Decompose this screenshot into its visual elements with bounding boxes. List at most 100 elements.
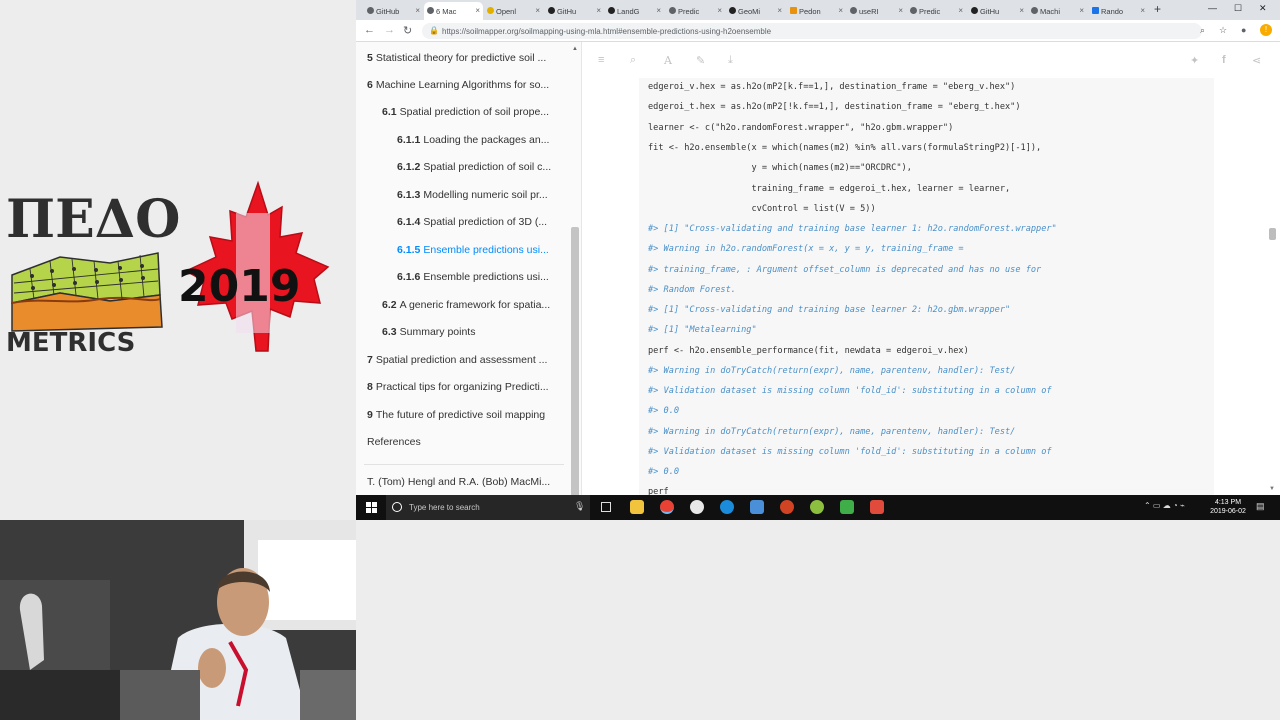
toc-item[interactable]: 6.1.4 Spatial prediction of 3D (... xyxy=(397,216,567,228)
toc-item[interactable]: 6.1.3 Modelling numeric soil pr... xyxy=(397,189,567,201)
book-toolbar: ≡ ⌕ A ✎ ⤓ ✦ f ⋖ xyxy=(582,42,1280,78)
close-icon[interactable]: × xyxy=(1079,6,1084,15)
taskbar-search-input[interactable]: Type here to search xyxy=(386,495,590,520)
toc-item[interactable]: 6 Machine Learning Algorithms for so... xyxy=(367,79,567,91)
scroll-up-icon[interactable]: ▲ xyxy=(572,46,578,52)
remote-desktop-icon[interactable] xyxy=(720,500,734,514)
sidebar-scrollbar[interactable] xyxy=(571,227,579,495)
tab-favicon-icon xyxy=(729,7,736,14)
toc-item-label: Loading the packages an... xyxy=(423,134,550,146)
green-app-icon[interactable] xyxy=(840,500,854,514)
toc-item-number: 6.1.5 xyxy=(397,244,421,256)
close-icon[interactable]: × xyxy=(1019,6,1024,15)
logo-subtitle: METRICS xyxy=(6,328,135,358)
powerpoint-icon[interactable] xyxy=(780,500,794,514)
close-icon[interactable]: × xyxy=(596,6,601,15)
new-tab-icon[interactable]: + xyxy=(1154,2,1161,16)
tab-favicon-icon xyxy=(971,7,978,14)
edit-icon[interactable]: ✎ xyxy=(696,54,705,67)
red-app-icon[interactable] xyxy=(870,500,884,514)
twitter-icon[interactable]: ✦ xyxy=(1190,54,1199,67)
close-icon[interactable]: × xyxy=(415,6,420,15)
page-scrollbar[interactable] xyxy=(1269,228,1276,240)
maximize-icon[interactable]: ☐ xyxy=(1234,3,1242,14)
toc-item[interactable]: 7 Spatial prediction and assessment ... xyxy=(367,354,567,366)
tab-label: GeoMi xyxy=(738,7,761,16)
close-icon[interactable]: × xyxy=(958,6,963,15)
share-icon[interactable]: ⋖ xyxy=(1252,54,1261,67)
scroll-down-icon[interactable]: ▼ xyxy=(1269,486,1275,492)
toc-item-authors[interactable]: T. (Tom) Hengl and R.A. (Bob) MacMi... xyxy=(367,476,567,488)
address-bar: ← → ↻ 🔒 https://soilmapper.org/soilmappi… xyxy=(356,20,1280,42)
font-settings-icon[interactable]: A xyxy=(664,54,672,67)
close-icon[interactable]: × xyxy=(777,6,782,15)
close-icon[interactable]: × xyxy=(535,6,540,15)
tab-favicon-icon xyxy=(608,7,615,14)
task-view-icon[interactable] xyxy=(601,502,611,512)
browser-tab[interactable]: GitHu × xyxy=(545,2,604,20)
close-icon[interactable]: × xyxy=(717,6,722,15)
browser-tab[interactable]: Rando × xyxy=(1089,2,1148,20)
close-icon[interactable]: × xyxy=(898,6,903,15)
windows-start-icon[interactable] xyxy=(366,502,377,513)
toc-item[interactable]: 8 Practical tips for organizing Predicti.… xyxy=(367,381,567,393)
close-icon[interactable]: × xyxy=(1140,6,1145,15)
browser-tab-active[interactable]: 6 Mac × xyxy=(424,2,483,20)
browser-tab[interactable]: Machi × xyxy=(1028,2,1087,20)
toc-item-active[interactable]: 6.1.5 Ensemble predictions usi... xyxy=(397,244,567,256)
toc-item-references[interactable]: References xyxy=(367,436,567,448)
system-tray-icons[interactable]: ⌃ ▭ ☁ ◔ ⌁ xyxy=(1144,501,1185,510)
minimize-icon[interactable]: — xyxy=(1208,3,1217,13)
browser-tab[interactable]: Pedon × xyxy=(787,2,846,20)
close-icon[interactable]: × xyxy=(656,6,661,15)
notification-icon[interactable]: ▤ xyxy=(1256,501,1265,512)
toc-item[interactable]: 6.1.2 Spatial prediction of soil c... xyxy=(397,161,567,173)
code-line: training_frame = edgeroi_t.hex, learner … xyxy=(648,184,1011,194)
facebook-icon[interactable]: f xyxy=(1222,54,1226,66)
browser-tab[interactable]: Predic × xyxy=(666,2,725,20)
reload-icon[interactable]: ↻ xyxy=(403,24,412,37)
toc-item[interactable]: 9 The future of predictive soil mapping xyxy=(367,409,567,421)
browser-tab[interactable]: GitHub × xyxy=(364,2,423,20)
r-studio-icon[interactable] xyxy=(750,500,764,514)
toc-item[interactable]: 6.3 Summary points xyxy=(382,326,567,338)
inkscape-icon[interactable] xyxy=(690,500,704,514)
taskbar-clock[interactable]: 4:13 PM 2019-06-02 xyxy=(1208,498,1248,516)
browser-tab[interactable]: LandG × xyxy=(605,2,664,20)
browser-tab[interactable]: GeoMi × xyxy=(726,2,785,20)
browser-tab[interactable]: GitHu × xyxy=(968,2,1027,20)
url-input[interactable]: 🔒 https://soilmapper.org/soilmapping-usi… xyxy=(422,23,1202,39)
search-icon[interactable]: ⌕ xyxy=(630,54,636,67)
toc-item-number: 7 xyxy=(367,354,373,366)
code-output-line: #> Warning in h2o.randomForest(x = x, y … xyxy=(648,244,964,254)
bookmark-star-icon[interactable]: ☆ xyxy=(1219,25,1227,36)
code-block: edgeroi_v.hex = as.h2o(mP2[k.f==1,], des… xyxy=(639,78,1214,495)
close-icon[interactable]: × xyxy=(475,6,480,15)
toc-item[interactable]: 6.1 Spatial prediction of soil prope... xyxy=(382,106,567,118)
toc-item[interactable]: 6.1.1 Loading the packages an... xyxy=(397,134,567,146)
window-close-icon[interactable]: ✕ xyxy=(1259,3,1267,14)
toc-item-label: Practical tips for organizing Predicti..… xyxy=(375,381,549,393)
qgis-icon[interactable] xyxy=(810,500,824,514)
toc-item[interactable]: 5 Statistical theory for predictive soil … xyxy=(367,52,567,64)
profile-icon[interactable]: ● xyxy=(1241,25,1246,35)
close-icon[interactable]: × xyxy=(838,6,843,15)
toc-item[interactable]: 6.1.6 Ensemble predictions usi... xyxy=(397,271,567,283)
tab-label: useRI xyxy=(859,7,879,16)
zoom-icon[interactable]: ⌕ xyxy=(1200,25,1205,36)
back-arrow-icon[interactable]: ← xyxy=(364,24,375,36)
menu-icon[interactable]: ≡ xyxy=(598,54,604,66)
code-output-line: #> Random Forest. xyxy=(648,285,736,295)
browser-tab[interactable]: useRI × xyxy=(847,2,906,20)
toc-item[interactable]: 6.2 A generic framework for spatia... xyxy=(382,299,567,311)
logo-year: 2019 xyxy=(178,261,300,312)
file-explorer-icon[interactable] xyxy=(630,500,644,514)
forward-arrow-icon[interactable]: → xyxy=(384,24,395,36)
browser-tab[interactable]: Predic × xyxy=(907,2,966,20)
browser-tab[interactable]: Openl × xyxy=(484,2,543,20)
download-icon[interactable]: ⤓ xyxy=(728,54,733,67)
chrome-icon[interactable] xyxy=(660,500,674,514)
avatar[interactable]: ! xyxy=(1260,24,1272,36)
search-placeholder: Type here to search xyxy=(409,503,480,512)
microphone-icon[interactable]: 🎙 xyxy=(574,501,585,512)
